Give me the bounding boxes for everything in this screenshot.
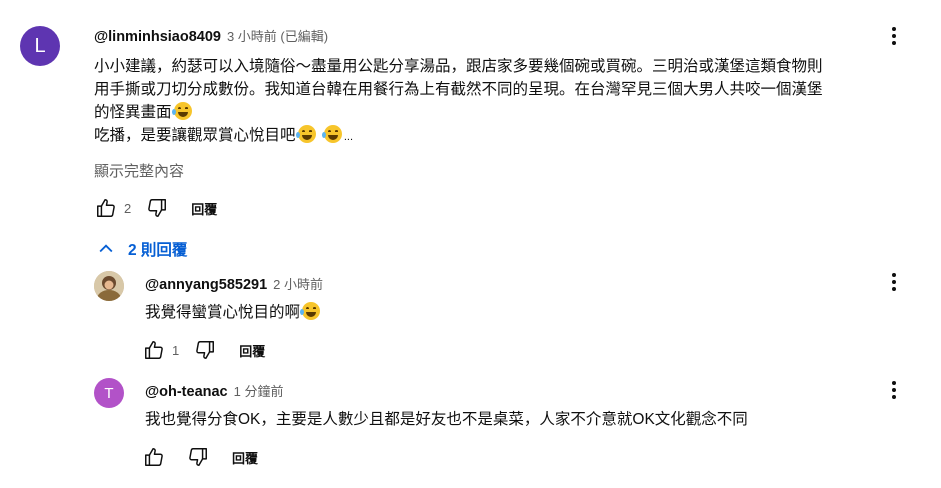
laughing-emoji-icon xyxy=(321,125,342,143)
comment-line: 小小建議，約瑟可以入境隨俗～盡量用公匙分享湯品，跟店家多要幾個碗或買碗。三明治或… xyxy=(94,58,823,75)
reply-author[interactable]: @annyang585291 xyxy=(145,277,267,293)
like-count: 1 xyxy=(172,342,180,358)
reply-button[interactable]: 回覆 xyxy=(191,199,217,218)
avatar[interactable] xyxy=(94,271,124,301)
dislike-button[interactable] xyxy=(145,196,169,220)
thumb-down-icon xyxy=(189,448,207,466)
more-vert-icon xyxy=(892,27,896,45)
comment-author[interactable]: @linminhsiao8409 xyxy=(94,29,221,45)
avatar[interactable]: T xyxy=(94,378,124,408)
thumb-down-icon xyxy=(196,341,215,359)
like-button[interactable] xyxy=(142,445,166,469)
laughing-emoji-icon xyxy=(171,102,192,120)
comment-line: 的怪異畫面 xyxy=(94,101,924,124)
replies-count-label: 2 則回覆 xyxy=(128,242,188,259)
reply-text-content: 我覺得蠻賞心悅目的啊 xyxy=(145,304,301,321)
thumb-up-icon xyxy=(145,448,163,466)
thumb-down-icon xyxy=(148,199,167,217)
reply-text: 我覺得蠻賞心悅目的啊 xyxy=(145,301,322,324)
thumb-up-icon xyxy=(97,199,115,217)
reply-button[interactable]: 回覆 xyxy=(239,341,265,360)
more-options-button[interactable] xyxy=(882,24,906,48)
reply-actions: 回覆 xyxy=(142,445,258,469)
comment-line-text: 吃播，是要讓觀眾賞心悅目吧 xyxy=(94,127,296,144)
avatar-photo xyxy=(94,271,124,301)
like-count: 2 xyxy=(124,200,132,216)
reply-time[interactable]: 1 分鐘前 xyxy=(234,381,284,400)
comment-text: 小小建議，約瑟可以入境隨俗～盡量用公匙分享湯品，跟店家多要幾個碗或買碗。三明治或… xyxy=(94,55,924,149)
reply-text: 我也覺得分食OK，主要是人數少且都是好友也不是桌菜，人家不介意就OK文化觀念不同 xyxy=(145,408,748,431)
truncation-ellipsis: ... xyxy=(343,131,353,143)
show-more-button[interactable]: 顯示完整內容 xyxy=(94,160,184,181)
more-options-button[interactable] xyxy=(882,270,906,294)
dislike-button[interactable] xyxy=(193,338,217,362)
dislike-button[interactable] xyxy=(186,445,210,469)
comment-line: 吃播，是要讓觀眾賞心悅目吧 ... xyxy=(94,124,924,149)
reply-button[interactable]: 回覆 xyxy=(232,448,258,467)
reply-author[interactable]: @oh-teanac xyxy=(145,384,228,400)
more-options-button[interactable] xyxy=(882,378,906,402)
reply-header: @oh-teanac 1 分鐘前 xyxy=(145,381,283,400)
avatar[interactable]: L xyxy=(20,26,60,66)
chevron-up-icon xyxy=(99,244,113,253)
like-button[interactable] xyxy=(94,196,118,220)
comment-header: @linminhsiao8409 3 小時前 (已編輯) xyxy=(94,26,328,45)
avatar-letter: T xyxy=(104,384,114,402)
laughing-emoji-icon xyxy=(295,125,316,143)
thumb-up-icon xyxy=(145,341,163,359)
comment-line-text: 的怪異畫面 xyxy=(94,104,172,121)
comment-time[interactable]: 3 小時前 (已編輯) xyxy=(227,26,328,45)
reply-actions: 1 回覆 xyxy=(142,338,265,362)
replies-toggle-button[interactable]: 2 則回覆 xyxy=(96,238,187,260)
more-vert-icon xyxy=(892,381,896,399)
reply-header: @annyang585291 2 小時前 xyxy=(145,274,323,293)
reply-text-content: 我也覺得分食OK，主要是人數少且都是好友也不是桌菜，人家不介意就OK文化觀念不同 xyxy=(145,411,748,428)
reply-time[interactable]: 2 小時前 xyxy=(273,274,323,293)
comment-line: 用手撕或刀切分成數份。我知道台韓在用餐行為上有截然不同的呈現。在台灣罕見三個大男… xyxy=(94,81,823,98)
like-button[interactable] xyxy=(142,338,166,362)
comment-actions: 2 回覆 xyxy=(94,196,217,220)
avatar-letter: L xyxy=(34,34,46,57)
laughing-emoji-icon xyxy=(300,302,321,320)
more-vert-icon xyxy=(892,273,896,291)
